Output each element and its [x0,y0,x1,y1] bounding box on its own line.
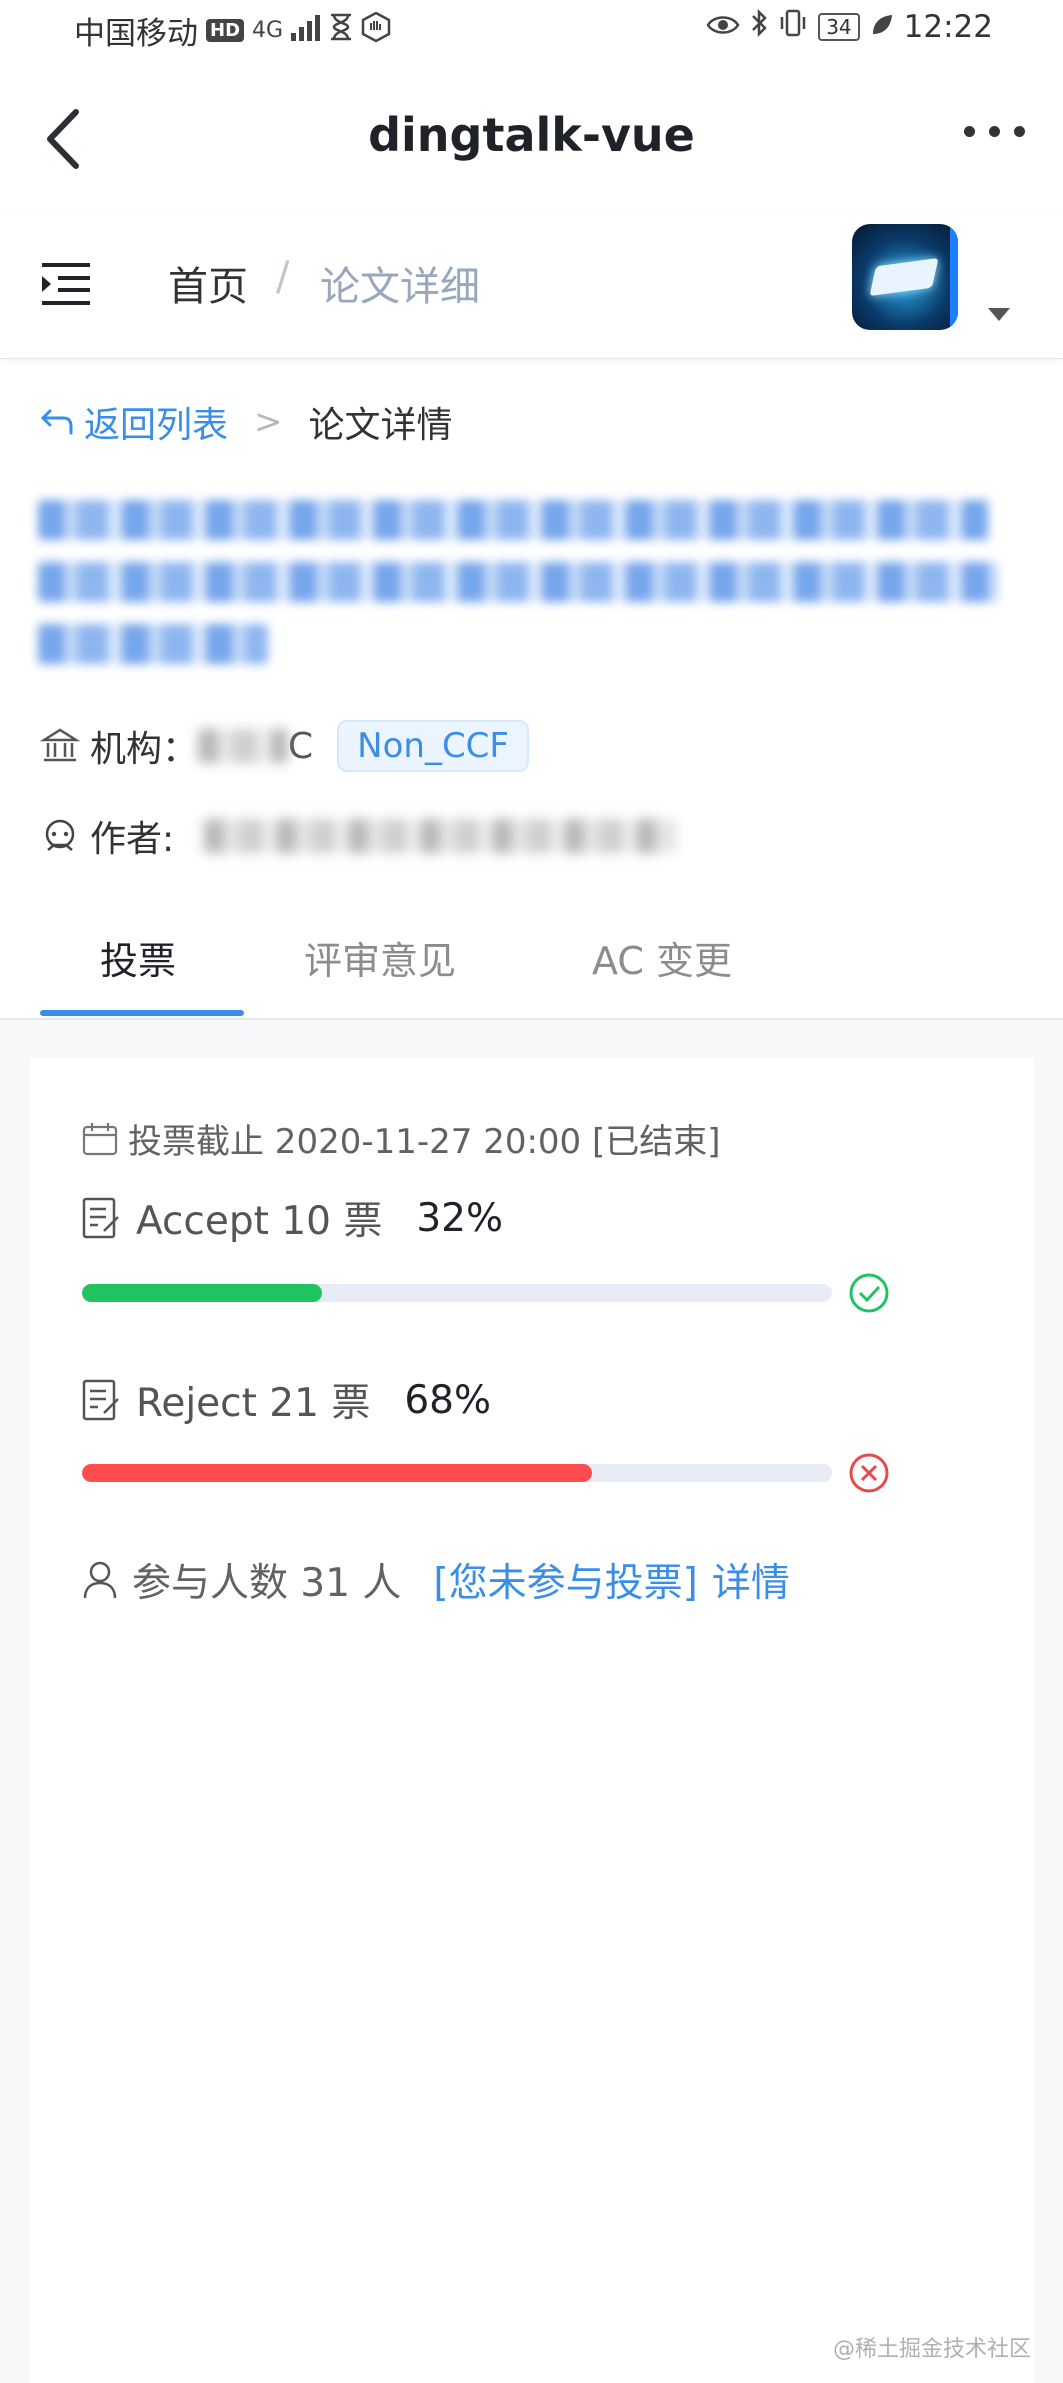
institution-row: 机构： C Non_CCF [40,720,529,772]
calendar-icon [82,1122,118,1155]
participants-row: 参与人数 31 人 [您未参与投票] 详情 [82,1552,790,1608]
tab-vote[interactable]: 投票 [100,930,176,985]
user-icon [83,1561,117,1599]
author-label: 作者: [90,819,175,860]
bluetooth-icon [750,8,768,46]
status-left: 中国移动 HD 4G [74,8,391,53]
back-to-list-link[interactable]: 返回列表 [40,396,228,448]
reject-percent: 68% [404,1377,492,1423]
details-link[interactable]: 详情 [712,1552,790,1608]
institution-value: C [288,725,314,767]
menu-indent-icon[interactable] [40,262,92,306]
back-to-list-label: 返回列表 [84,405,229,446]
hourglass-icon [329,13,353,49]
avatar[interactable] [852,224,958,330]
carrier-name: 中国移动 [74,16,198,52]
institution-label: 机构： [90,729,199,770]
more-dots-icon [964,126,975,137]
sub-breadcrumb-current: 论文详情 [308,405,453,446]
nav-bar: 首页 / 论文详细 [0,212,1063,359]
leaf-icon [870,9,894,45]
accept-progress-fill [82,1284,322,1302]
title-bar: dingtalk-vue [0,70,1063,210]
accept-row: Accept 10 票 32% [82,1190,503,1246]
clock-time: 12:22 [903,9,993,45]
paper-title-blurred [38,490,1018,686]
vote-deadline: 投票截止 2020-11-27 20:00 [已结束] [82,1114,721,1163]
tab-active-indicator [40,1010,244,1016]
reject-label: Reject 21 票 [136,1381,371,1426]
status-right: 34 12:22 [706,8,993,46]
tab-review-comments[interactable]: 评审意见 [304,930,456,985]
reject-progress-bar [82,1464,832,1482]
not-voted-status: [您未参与投票] [433,1561,698,1606]
return-icon [40,409,73,435]
status-bar: 中国移动 HD 4G 34 12:22 [0,0,1063,58]
signal-icon [291,13,321,49]
vote-card: 投票截止 2020-11-27 20:00 [已结束] Accept 10 票 … [30,1058,1034,2383]
battery-icon: 34 [818,13,860,41]
caret-down-icon[interactable] [988,308,1010,321]
tab-bar: 投票 评审意见 AC 变更 [0,900,1063,1020]
eye-icon [706,9,740,45]
more-button[interactable] [964,126,1025,137]
hand-icon [361,11,391,50]
vote-deadline-text: 投票截止 2020-11-27 20:00 [已结束] [128,1122,721,1162]
participants-count: 参与人数 31 人 [132,1561,402,1606]
vibrate-icon [778,8,808,46]
document-edit-icon [82,1379,119,1421]
watermark: @稀土掘金技术社区 [832,2337,1031,2362]
author-row: 作者: [40,810,675,862]
breadcrumb-home[interactable]: 首页 [168,254,248,312]
tab-ac-change[interactable]: AC 变更 [592,930,732,985]
accept-label: Accept 10 票 [136,1199,383,1244]
hd-badge: HD [206,19,245,42]
ccf-tag: Non_CCF [337,720,529,772]
network-indicator: 4G [252,18,284,43]
author-value-blurred [204,819,675,853]
reject-progress-fill [82,1464,592,1482]
bank-icon [40,728,80,762]
accept-progress-bar [82,1284,832,1302]
user-face-icon [45,819,75,851]
app-title: dingtalk-vue [368,108,695,162]
close-circle-icon [849,1453,889,1493]
document-edit-icon [82,1197,119,1239]
institution-value-blurred [198,729,289,763]
breadcrumb-current: 论文详细 [320,264,480,310]
sub-breadcrumb: 返回列表 > 论文详情 [40,396,453,448]
breadcrumb-separator: / [276,254,290,300]
accept-percent: 32% [416,1195,504,1241]
reject-row: Reject 21 票 68% [82,1372,491,1428]
check-circle-icon [849,1273,889,1313]
sub-breadcrumb-separator: > [254,402,283,442]
